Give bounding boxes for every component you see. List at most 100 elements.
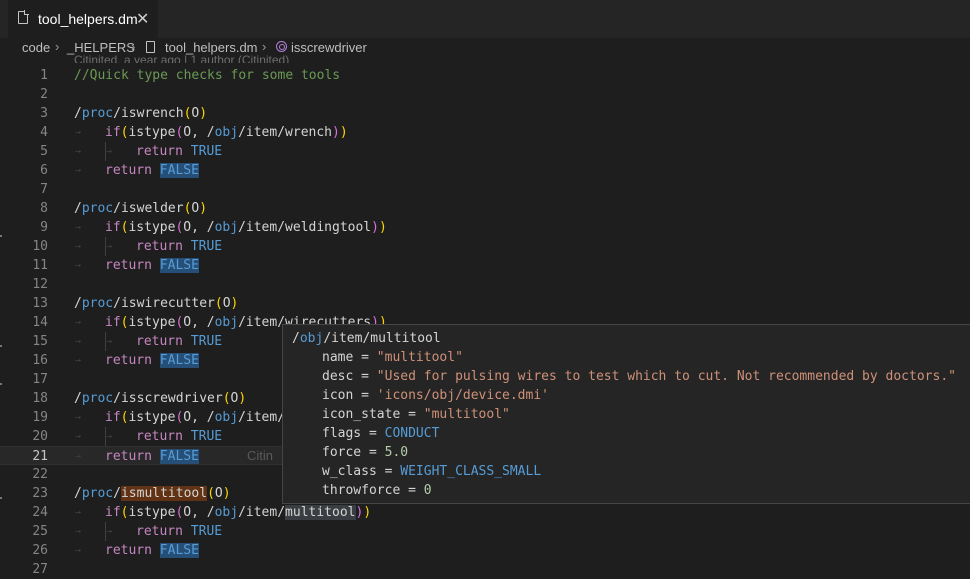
prop-value: CONDUCT: [384, 426, 440, 441]
whitespace-arrow-icon: →: [106, 336, 113, 347]
prop-value: 0: [423, 483, 432, 498]
line-number: 9: [40, 220, 48, 235]
hover-prop-row: desc = "Used for pulsing wires to test w…: [322, 369, 956, 384]
prop-value: 'icons/obj/device.dmi': [376, 388, 549, 403]
whitespace-arrow-icon: →: [75, 336, 82, 347]
line-number: 11: [32, 258, 48, 273]
code-line: 27: [0, 560, 970, 579]
line-number: 24: [32, 505, 48, 520]
whitespace-arrow-icon: →: [75, 241, 82, 252]
symbol-method-icon: [276, 41, 287, 52]
code-line: 11 → return FALSE: [0, 256, 970, 275]
file-icon: [146, 41, 155, 53]
code-text: /proc/ismultitool(O): [74, 486, 231, 501]
whitespace-arrow-icon: →: [75, 412, 82, 423]
breadcrumb-separator: ›: [131, 39, 136, 54]
hover-prop-row: icon = 'icons/obj/device.dmi': [322, 388, 549, 403]
code-text: /proc/iswelder(O): [74, 201, 208, 216]
whitespace-arrow-icon: →: [75, 317, 82, 328]
prop-name: force: [322, 445, 362, 460]
prop-name: w_class: [322, 464, 377, 479]
breadcrumb-item-code[interactable]: code: [22, 40, 50, 55]
code-line: 3 /proc/iswrench(O): [0, 104, 970, 123]
code-text: if(istype(O, /obj/item/: [105, 410, 286, 425]
line-number: 14: [32, 315, 48, 330]
prop-value: "Used for pulsing wires to test which to…: [376, 369, 956, 384]
hover-prop-row: name = "multitool": [322, 350, 463, 365]
code-text: //Quick type checks for some tools: [74, 68, 341, 83]
whitespace-arrow-icon: →: [106, 526, 113, 537]
code-text: return TRUE: [136, 334, 223, 349]
code-text: return TRUE: [136, 144, 223, 159]
whitespace-arrow-icon: →: [75, 146, 82, 157]
whitespace-arrow-icon: →: [106, 146, 113, 157]
line-number: 18: [32, 391, 48, 406]
prop-value: 5.0: [384, 445, 409, 460]
code-text: return TRUE: [136, 524, 223, 539]
line-number: 23: [32, 486, 48, 501]
code-line: 10 → → return TRUE: [0, 237, 970, 256]
code-line: 7: [0, 180, 970, 199]
inline-blame: Citin: [247, 448, 274, 463]
whitespace-arrow-icon: →: [75, 355, 82, 366]
code-line: 12: [0, 275, 970, 294]
whitespace-arrow-icon: →: [106, 241, 113, 252]
code-line: 24 → if(istype(O, /obj/item/multitool)): [0, 503, 970, 522]
line-number: 13: [32, 296, 48, 311]
whitespace-arrow-icon: →: [75, 222, 82, 233]
tab-label: tool_helpers.dm: [38, 11, 138, 27]
prop-name: throwforce: [322, 483, 401, 498]
line-number: 20: [32, 429, 48, 444]
hover-prop-row: throwforce = 0: [322, 483, 432, 498]
line-number: 3: [40, 106, 48, 121]
line-number: 12: [32, 277, 48, 292]
code-line: 4 → if(istype(O, /obj/item/wrench)): [0, 123, 970, 142]
hover-tooltip[interactable]: /obj/item/multitool name = "multitool" d…: [282, 324, 970, 504]
line-number: 7: [40, 182, 48, 197]
whitespace-arrow-icon: →: [75, 526, 82, 537]
edge-marker: [0, 235, 2, 237]
file-icon: [18, 10, 29, 24]
code-text: return FALSE: [105, 543, 199, 558]
whitespace-arrow-icon: →: [75, 451, 82, 462]
hover-prop-row: flags = CONDUCT: [322, 426, 440, 441]
line-number: 19: [32, 410, 48, 425]
code-text: return TRUE: [136, 239, 223, 254]
prop-value: "multitool": [423, 407, 510, 422]
line-number: 27: [32, 562, 48, 577]
codelens-blame[interactable]: Citinited, a year ago | 1 author (Citini…: [74, 53, 289, 63]
whitespace-arrow-icon: →: [75, 165, 82, 176]
code-line: 9 → if(istype(O, /obj/item/weldingtool)): [0, 218, 970, 237]
line-number: 5: [40, 144, 48, 159]
code-text: return TRUE: [136, 429, 223, 444]
hover-path: /obj/item/multitool: [292, 331, 441, 346]
whitespace-arrow-icon: →: [75, 545, 82, 556]
tab-tool-helpers[interactable]: tool_helpers.dm ✕: [8, 0, 158, 38]
prop-value: "multitool": [376, 350, 463, 365]
line-number: 17: [32, 372, 48, 387]
code-text: if(istype(O, /obj/item/multitool)): [105, 505, 372, 520]
code-text: /proc/iswrench(O): [74, 106, 208, 121]
prop-value: WEIGHT_CLASS_SMALL: [400, 464, 542, 479]
line-number: 2: [40, 87, 48, 102]
line-number: 25: [32, 524, 48, 539]
prop-name: flags: [322, 426, 362, 441]
edge-marker: [0, 383, 2, 385]
code-text: if(istype(O, /obj/item/wrench)): [105, 125, 348, 140]
tab-bar: tool_helpers.dm ✕: [0, 0, 970, 38]
code-text: return FALSE: [105, 258, 199, 273]
prop-name: desc: [322, 369, 354, 384]
code-line: 25 → → return TRUE: [0, 522, 970, 541]
whitespace-arrow-icon: →: [106, 431, 113, 442]
hover-prop-row: force = 5.0: [322, 445, 409, 460]
breadcrumb-item-symbol[interactable]: isscrewdriver: [291, 40, 367, 55]
code-text: /proc/iswirecutter(O): [74, 296, 239, 311]
breadcrumb-separator: ›: [262, 39, 267, 54]
code-text: return FALSE: [105, 353, 199, 368]
whitespace-arrow-icon: →: [75, 431, 82, 442]
whitespace-arrow-icon: →: [75, 127, 82, 138]
whitespace-arrow-icon: →: [75, 260, 82, 271]
code-line: 6 → return FALSE: [0, 161, 970, 180]
close-icon[interactable]: ✕: [136, 9, 149, 29]
edge-marker: [0, 345, 2, 347]
